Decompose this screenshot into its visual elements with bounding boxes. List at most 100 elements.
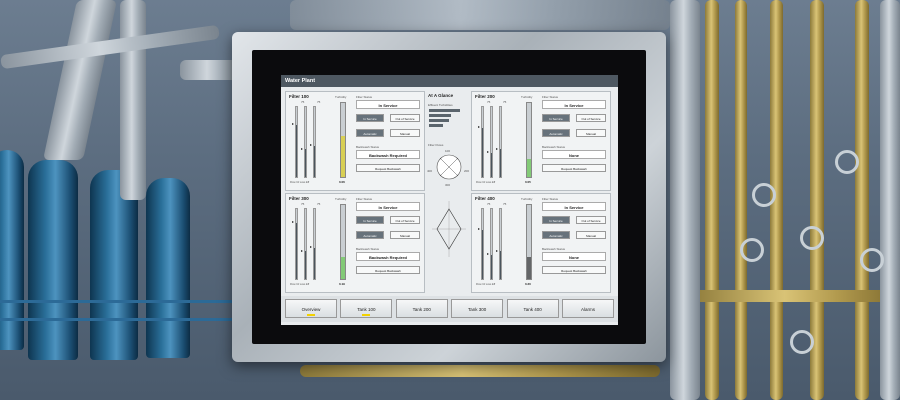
automatic-button[interactable]: Automatic — [356, 129, 384, 137]
yellow-pipe — [705, 0, 719, 400]
turbidity-fill — [527, 256, 531, 279]
filter-title: Filter 100 — [289, 94, 309, 99]
flow-bottom-label: 300 — [445, 183, 451, 187]
out-of-service-button[interactable]: Out of Service — [576, 114, 606, 122]
turbidity-value: 0.20 — [525, 282, 531, 286]
flows-label: Filter Flows — [428, 143, 444, 147]
filter-status-value: In Service — [542, 202, 606, 211]
bar-top-label: 75 — [487, 100, 491, 104]
valve-wheel — [740, 238, 764, 262]
manual-button[interactable]: Manual — [576, 231, 606, 239]
column — [880, 0, 900, 400]
nav-label: Tank 200 — [412, 307, 431, 312]
manual-button[interactable]: Manual — [576, 129, 606, 137]
filter-title: Filter 400 — [475, 196, 495, 201]
backwash-status-label: Backwash Status — [542, 247, 566, 251]
bar-top-label: 75 — [317, 100, 321, 104]
turbidity-value: 0.06 — [339, 180, 345, 184]
nav-label: Alarms — [580, 307, 595, 312]
screen-title: Water Plant — [281, 75, 618, 87]
out-of-service-button[interactable]: Out of Service — [390, 216, 420, 224]
duct — [42, 0, 118, 160]
setpoint-marker-icon — [496, 249, 498, 252]
level-bar — [481, 106, 484, 178]
automatic-button[interactable]: Automatic — [542, 231, 570, 239]
effluent-bar — [429, 124, 444, 127]
level-bar-fill — [500, 149, 501, 177]
filter-status-label: Filter Status — [542, 95, 559, 99]
filter-panel-f400: Filter 400 75 75 Flow Inf Loss Eff Turbidit… — [471, 193, 611, 293]
setpoint-marker-icon — [310, 144, 312, 147]
nav-button-tank-200[interactable]: Tank 200 — [395, 299, 448, 318]
backwash-status-value: Backwash Required — [356, 150, 420, 159]
flow-diamond-chart — [432, 201, 466, 257]
nav-button-tank-400[interactable]: Tank 400 — [506, 299, 559, 318]
nav-label: Overview — [301, 307, 321, 312]
valve-wheel — [835, 150, 859, 174]
in-service-button[interactable]: In Service — [356, 114, 384, 122]
turbidity-gauge — [340, 102, 346, 178]
level-bar — [304, 208, 307, 280]
bar-top-label: 75 — [487, 202, 491, 206]
level-bar-fill — [314, 247, 315, 279]
request-backwash-button[interactable]: Request Backwash — [542, 164, 606, 172]
out-of-service-button[interactable]: Out of Service — [390, 114, 420, 122]
level-bar — [295, 208, 298, 280]
turbidity-fill — [341, 256, 345, 279]
setpoint-marker-icon — [301, 249, 303, 252]
level-bar-fill — [296, 124, 297, 177]
backwash-status-value: None — [542, 252, 606, 261]
manual-button[interactable]: Manual — [390, 231, 420, 239]
bar-footer: Flow Inf Loss Eff — [476, 283, 496, 286]
level-bar-fill — [500, 251, 501, 279]
bar-top-label: 75 — [503, 100, 507, 104]
in-service-button[interactable]: In Service — [542, 216, 570, 224]
backwash-status-value: None — [542, 150, 606, 159]
filter-status-label: Filter Status — [356, 197, 373, 201]
turbidity-value: 0.05 — [525, 180, 531, 184]
request-backwash-button[interactable]: Request Backwash — [356, 266, 420, 274]
backwash-status-value: Backwash Required — [356, 252, 420, 261]
request-backwash-button[interactable]: Request Backwash — [542, 266, 606, 274]
level-bar — [499, 208, 502, 280]
setpoint-marker-icon — [487, 253, 489, 256]
level-bar-fill — [314, 145, 315, 177]
bottom-navigation: Overview Tank 100 Tank 200 Tank 300 Tank 400… — [281, 296, 618, 322]
railing — [0, 318, 250, 321]
turbidity-label: Turbidity — [335, 197, 347, 201]
filter-status-value: In Service — [356, 100, 420, 109]
yellow-pipe — [300, 365, 660, 377]
level-bar — [499, 106, 502, 178]
automatic-button[interactable]: Automatic — [542, 129, 570, 137]
filter-status-label: Filter Status — [356, 95, 373, 99]
yellow-pipe — [690, 290, 900, 302]
bar-footer: Flow Inf Loss Eff — [290, 181, 310, 184]
column — [670, 0, 700, 400]
duct — [120, 0, 146, 200]
turbidity-label: Turbidity — [521, 197, 533, 201]
filter-status-value: In Service — [542, 100, 606, 109]
in-service-button[interactable]: In Service — [356, 216, 384, 224]
turbidity-label: Turbidity — [335, 95, 347, 99]
nav-button-overview[interactable]: Overview — [285, 299, 337, 318]
flow-left-label: 400 — [427, 169, 433, 173]
backwash-status-label: Backwash Status — [356, 145, 380, 149]
level-bar — [490, 106, 493, 178]
turbidity-fill — [527, 158, 531, 177]
out-of-service-button[interactable]: Out of Service — [576, 216, 606, 224]
bar-top-label: 75 — [317, 202, 321, 206]
glance-title: At A Glance — [428, 93, 454, 98]
nav-button-tank-100[interactable]: Tank 100 — [340, 299, 393, 318]
nav-button-tank-300[interactable]: Tank 300 — [451, 299, 504, 318]
bar-top-label: 75 — [503, 202, 507, 206]
automatic-button[interactable]: Automatic — [356, 231, 384, 239]
railing — [0, 300, 250, 303]
yellow-pipe — [735, 0, 747, 400]
nav-button-alarms[interactable]: Alarms — [562, 299, 614, 318]
nav-label: Tank 400 — [523, 307, 542, 312]
manual-button[interactable]: Manual — [390, 129, 420, 137]
request-backwash-button[interactable]: Request Backwash — [356, 164, 420, 172]
turbidity-fill — [341, 136, 345, 177]
filter-title: Filter 300 — [289, 196, 309, 201]
in-service-button[interactable]: In Service — [542, 114, 570, 122]
